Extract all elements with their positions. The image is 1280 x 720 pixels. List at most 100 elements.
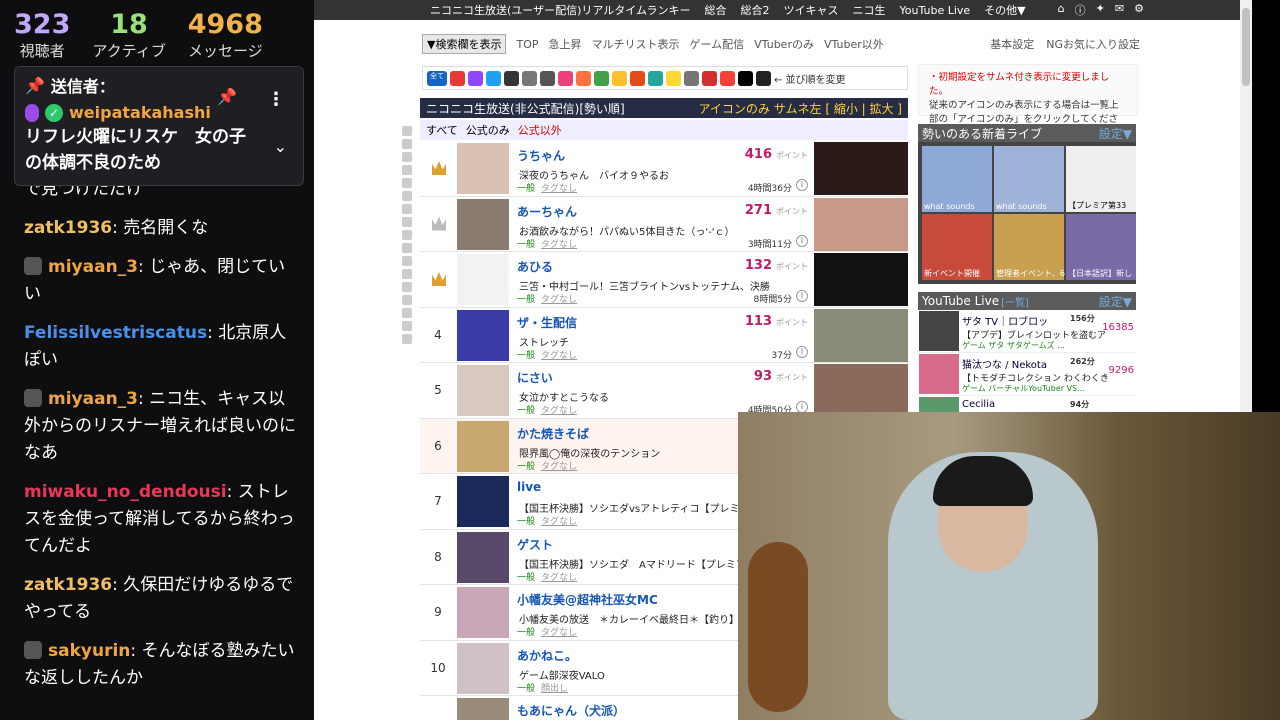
category-icon[interactable] — [402, 204, 412, 214]
channel-name[interactable]: あーちゃん — [517, 203, 577, 220]
show-search-button[interactable]: ▼検索欄を表示 — [422, 34, 507, 54]
nav-link[interactable]: TOP — [516, 38, 538, 51]
stream-title[interactable]: 女泣かすとこうなる — [519, 389, 609, 404]
filter-official[interactable]: 公式のみ — [466, 122, 510, 138]
channel-name[interactable]: あひる — [517, 258, 553, 275]
tag-category[interactable]: 一般 — [517, 573, 535, 583]
category-icon[interactable] — [402, 269, 412, 279]
stream-preview[interactable] — [814, 142, 908, 195]
channel-name[interactable]: かた焼きそば — [517, 425, 589, 442]
info-icon[interactable]: i — [796, 290, 808, 302]
chat-user[interactable]: miyaan_3 — [48, 389, 138, 409]
channel-name[interactable]: ザ・生配信 — [517, 314, 577, 331]
channel-name[interactable]: うちゃん — [517, 147, 565, 164]
stream-preview[interactable] — [814, 197, 908, 251]
channel-name[interactable]: にさい — [517, 369, 553, 386]
tiktok-icon[interactable] — [738, 70, 753, 86]
channel-thumbnail[interactable] — [457, 698, 509, 720]
tag-label[interactable]: タグなし — [541, 573, 577, 583]
category-icon[interactable] — [402, 139, 412, 149]
category-icon[interactable] — [402, 178, 412, 188]
tag-category[interactable]: 一般 — [517, 462, 535, 472]
info-icon[interactable]: ⓘ — [1075, 2, 1086, 18]
nav-link[interactable]: VTuber以外 — [824, 36, 884, 52]
youtube-channel[interactable]: 猫汰つな / Nekota — [962, 356, 1047, 371]
stream-title[interactable]: 【国王杯決勝】ソシエダvsアトレティコ【プレミア】チ — [519, 500, 770, 515]
twitter-icon[interactable]: ✦ — [1096, 2, 1105, 18]
all-services-icon[interactable]: 全て — [427, 70, 447, 86]
tag-category[interactable]: 一般 — [517, 351, 535, 361]
channel-name[interactable]: ゲスト — [517, 536, 553, 553]
ranking-row[interactable]: あーちゃん お酒飲みながら！パパぬい5体目きた（っ'-'ｃ） 一般 タグなし 271 ポイ… — [420, 196, 908, 252]
ranking-row[interactable]: あひる 三笘・中村ゴール！三笘ブライトンvsトッテナム、決勝 一般 タグなし 132 ポイ… — [420, 252, 908, 308]
channel-thumbnail[interactable] — [457, 365, 509, 416]
display-options[interactable]: アイコンのみ サムネ左 [ 縮小 | 拡大 ] — [699, 100, 902, 117]
service-icon[interactable] — [576, 70, 591, 86]
topbar-link[interactable]: その他▼ — [984, 2, 1025, 18]
ranking-row[interactable]: 5 にさい 女泣かすとこうなる 一般 タグなし 93 ポイント 4時間50分 i — [420, 363, 908, 419]
channel-name[interactable]: もあにゃん（犬派） — [517, 702, 625, 719]
youtube-channel[interactable]: ザタ TV｜ロブロッ — [962, 313, 1048, 328]
topbar-link[interactable]: 総合 — [704, 2, 726, 18]
category-icon[interactable] — [402, 243, 412, 253]
tv-icon[interactable] — [522, 70, 537, 86]
category-icon[interactable] — [402, 217, 412, 227]
new-live-settings[interactable]: 設定▼ — [1099, 125, 1132, 142]
stream-title[interactable]: 【国王杯決勝】ソシエダ Aマドリード【プレミアリー — [519, 556, 766, 571]
service-icon[interactable] — [756, 70, 771, 86]
new-live-item[interactable]: 【日本語訳】新し — [1066, 214, 1136, 280]
chat-user[interactable]: zatk1936 — [24, 575, 112, 595]
service-icon[interactable] — [666, 70, 681, 86]
site-title[interactable]: ニコニコ生放送(ユーザー配信)リアルタイムランキー — [430, 2, 690, 18]
kick-icon[interactable] — [594, 70, 609, 86]
niconico-icon[interactable] — [504, 70, 519, 86]
new-live-item[interactable]: what sounds — [922, 146, 992, 212]
service-icon[interactable] — [558, 70, 573, 86]
nav-link[interactable]: 急上昇 — [548, 36, 581, 52]
service-icon[interactable] — [612, 70, 627, 86]
channel-thumbnail[interactable] — [457, 143, 509, 194]
service-icon[interactable] — [540, 70, 555, 86]
service-icon[interactable] — [630, 70, 645, 86]
channel-thumbnail[interactable] — [457, 476, 509, 527]
channel-name[interactable]: live — [517, 480, 541, 494]
gear-icon[interactable]: ⚙ — [1134, 2, 1144, 18]
category-icon[interactable] — [402, 191, 412, 201]
youtube-settings[interactable]: 設定▼ — [1099, 293, 1132, 310]
tag-label[interactable]: タグなし — [541, 406, 577, 416]
youtube-tags[interactable]: ゲーム バーチャルYouTuber VS... — [962, 383, 1085, 394]
tag-category[interactable]: 一般 — [517, 684, 535, 694]
new-live-item[interactable]: 【プレミア第33 — [1066, 146, 1136, 212]
tag-label[interactable]: タグなし — [541, 351, 577, 361]
tag-label[interactable]: 顔出し — [541, 684, 568, 694]
tag-category[interactable]: 一般 — [517, 240, 535, 250]
category-icon[interactable] — [402, 321, 412, 331]
youtube-item[interactable]: 猫汰つな / Nekota 262分 【トモダチコレクション わくわくき ゲーム… — [918, 353, 1136, 396]
stream-title[interactable]: 小幡友美の放送 ＊カレーイベ最終日＊【釣り】朝マズ — [519, 611, 769, 626]
nav-link[interactable]: マルチリスト表示 — [591, 36, 679, 52]
new-live-item[interactable]: what sounds — [994, 146, 1064, 212]
channel-thumbnail[interactable] — [457, 254, 509, 305]
service-icon[interactable] — [720, 70, 735, 86]
channel-thumbnail[interactable] — [457, 587, 509, 638]
ranking-row[interactable]: 4 ザ・生配信 ストレッチ 一般 タグなし 113 ポイント 37分 i — [420, 307, 908, 363]
tag-category[interactable]: 一般 — [517, 628, 535, 638]
category-icon[interactable] — [402, 230, 412, 240]
category-icon[interactable] — [402, 334, 412, 344]
topbar-link[interactable]: ツイキャス — [783, 2, 838, 18]
stream-title[interactable]: 三笘・中村ゴール！三笘ブライトンvsトッテナム、決勝 — [519, 278, 770, 293]
chat-user[interactable]: miyaan_3 — [48, 257, 138, 277]
youtube-item[interactable]: ザタ TV｜ロブロッ 156分 【アプデ】ブレインロットを盗むア ゲーム ザタ … — [918, 310, 1136, 353]
chat-user[interactable]: zatk1936 — [24, 218, 112, 238]
channel-name[interactable]: あかねこ。 — [517, 647, 577, 664]
channel-thumbnail[interactable] — [457, 420, 509, 472]
filter-unofficial[interactable]: 公式以外 — [518, 122, 562, 138]
tag-category[interactable]: 一般 — [517, 184, 535, 194]
chat-user[interactable]: miwaku_no_dendousi — [24, 482, 227, 502]
tag-label[interactable]: タグなし — [541, 517, 577, 527]
youtube-channel[interactable]: Cecilia — [962, 399, 995, 410]
tag-label[interactable]: タグなし — [541, 184, 577, 194]
tag-label[interactable]: タグなし — [541, 295, 577, 305]
info-icon[interactable]: i — [796, 234, 808, 247]
stream-title[interactable]: 限界風◯俺の深夜のテンション — [519, 445, 660, 460]
